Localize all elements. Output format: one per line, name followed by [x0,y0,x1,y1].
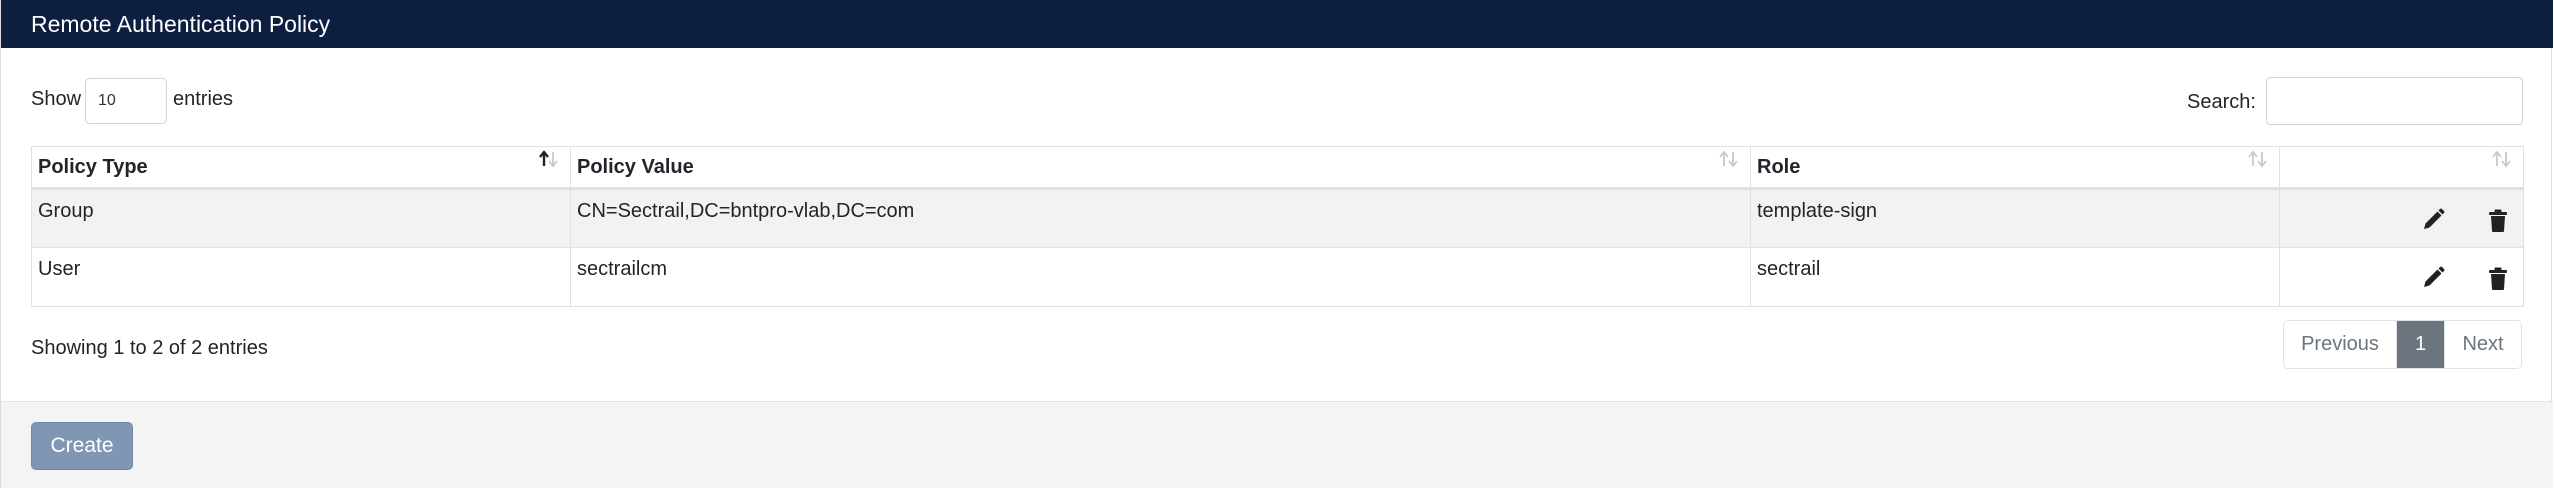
next-page-button[interactable]: Next [2444,321,2521,368]
entries-label: entries [173,88,234,110]
page-1-button[interactable]: 1 [2397,321,2444,368]
cell-policy-value: CN=Sectrail,DC=bntpro-vlab,DC=com [570,188,1751,248]
cell-policy-value: sectrailcm [570,247,1751,307]
previous-page-button[interactable]: Previous [2284,321,2397,368]
sort-ascending-icon [538,149,560,169]
sort-icon [2491,149,2513,169]
sort-icon [2247,149,2269,169]
create-button[interactable]: Create [31,422,133,470]
cell-role: sectrail [1750,247,2280,307]
column-label: Policy Value [577,156,694,178]
cell-actions [2279,247,2524,307]
table-header-row: Policy Type Policy Value Role [31,146,2524,190]
table-row: Group CN=Sectrail,DC=bntpro-vlab,DC=com … [31,188,2524,248]
cell-policy-type: User [31,247,571,307]
entries-per-page-select[interactable]: 10 [85,78,167,124]
sort-icon [1718,149,1740,169]
search-label: Search: [2187,91,2256,113]
pencil-icon[interactable] [2419,264,2447,292]
table-info: Showing 1 to 2 of 2 entries [31,337,268,359]
trash-icon[interactable] [2484,206,2512,234]
column-label: Policy Type [38,156,148,178]
remote-auth-policy-card: Remote Authentication Policy Show 10 ent… [0,0,2553,488]
column-label: Role [1757,156,1801,178]
pencil-icon[interactable] [2419,206,2447,234]
cell-actions [2279,188,2524,248]
column-header-policy-type[interactable]: Policy Type [31,146,571,190]
card-title: Remote Authentication Policy [31,11,331,37]
column-header-role[interactable]: Role [1750,146,2280,190]
policy-table: Policy Type Policy Value Role Group CN=S… [31,146,2524,307]
column-header-actions[interactable] [2279,146,2524,190]
show-label: Show [31,88,82,110]
card-footer: Create [1,401,2553,488]
cell-role: template-sign [1750,188,2280,248]
table-row: User sectrailcm sectrail [31,247,2524,307]
search-input[interactable] [2266,77,2523,125]
cell-policy-type: Group [31,188,571,248]
column-header-policy-value[interactable]: Policy Value [570,146,1751,190]
card-header: Remote Authentication Policy [1,0,2553,48]
trash-icon[interactable] [2484,264,2512,292]
pagination: Previous 1 Next [2283,320,2522,369]
